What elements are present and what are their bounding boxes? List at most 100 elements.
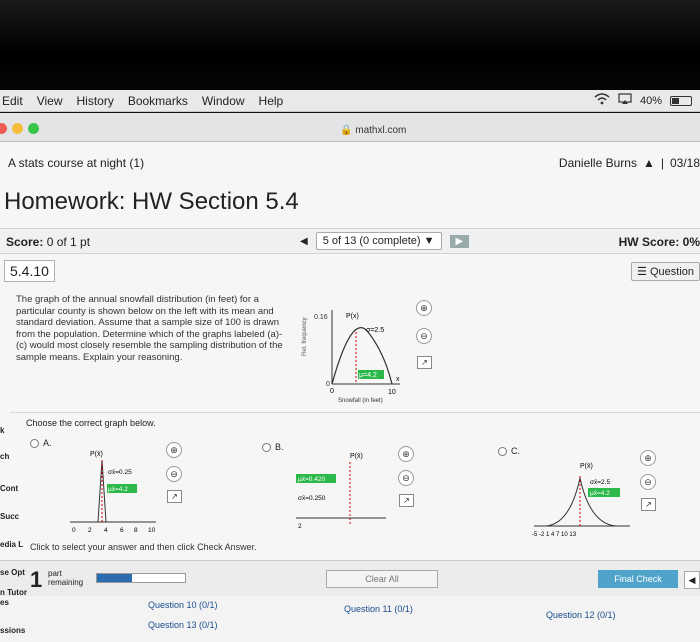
zoom-out-icon[interactable]: ⊖ — [416, 328, 432, 344]
lock-icon: 🔒 — [340, 125, 353, 136]
menu-history[interactable]: History — [76, 94, 113, 108]
option-b-enlarge-icon[interactable]: ↗ — [399, 494, 414, 507]
zoom-in-icon[interactable]: ⊕ — [416, 300, 432, 316]
option-b-zoom-in-icon[interactable]: ⊕ — [398, 446, 414, 462]
question-nav: ◀ 5 of 13 (0 complete) ▼ ▶ — [300, 232, 470, 250]
graph-a-tick-2: 4 — [104, 527, 108, 534]
question-text: The graph of the annual snowfall distrib… — [16, 294, 283, 363]
graph-a-sigma: σx̄=0.25 — [108, 469, 132, 476]
option-c-zoom-out-icon[interactable]: ⊖ — [640, 474, 656, 490]
option-a[interactable]: A. — [30, 438, 52, 448]
close-window-button[interactable] — [0, 123, 7, 134]
clear-all-button[interactable]: Clear All — [326, 570, 438, 588]
question-help-button[interactable]: ☰ Question — [631, 262, 700, 281]
zoom-window-button[interactable] — [28, 123, 39, 134]
graph-c-sigma: σx̄=2.5 — [590, 479, 610, 486]
graph-a-tick-5: 10 — [148, 527, 156, 534]
parts-remaining-count: 1 — [30, 567, 43, 592]
graph-b-mu: μx̄=0.420 — [298, 476, 325, 483]
sidebar-cut-es: es — [0, 598, 9, 607]
mac-menubar: Edit View History Bookmarks Window Help … — [0, 90, 700, 112]
graph-c-mu: μx̄=4.2 — [590, 490, 610, 497]
option-a-radio[interactable] — [30, 438, 39, 448]
option-a-zoom-out-icon[interactable]: ⊖ — [166, 466, 182, 482]
option-c-radio[interactable] — [498, 446, 507, 456]
parts-label-line1: part — [48, 569, 62, 578]
section-divider — [10, 412, 700, 413]
sidebar-cut-cont: Cont — [0, 484, 19, 493]
graph-c: P(x̄) σx̄=2.5 μx̄=4.2 -5 -2 1 4 7 10 13 — [532, 463, 630, 538]
option-b[interactable]: B. — [262, 442, 284, 452]
mathxl-page: A stats course at night (1) Danielle Bur… — [0, 142, 700, 642]
question-select-label: 5 of 13 (0 complete) — [322, 235, 421, 247]
graph-c-ptitle: P(x̄) — [580, 463, 593, 470]
user-name[interactable]: Danielle Burns — [559, 156, 637, 170]
menu-bookmarks[interactable]: Bookmarks — [128, 94, 188, 108]
menu-view[interactable]: View — [37, 94, 63, 108]
final-check-button[interactable]: Final Check — [598, 570, 678, 588]
option-a-zoom-in-icon[interactable]: ⊕ — [166, 442, 182, 458]
graph-xmax: 10 — [388, 389, 396, 396]
option-b-zoom-out-icon[interactable]: ⊖ — [398, 470, 414, 486]
parts-remaining-label: part remaining — [48, 569, 83, 587]
option-b-radio[interactable] — [262, 442, 271, 452]
prev-arrow-icon[interactable]: ◀ — [684, 571, 700, 589]
menu-edit[interactable]: Edit — [2, 94, 23, 108]
address-bar[interactable]: 🔒 mathxl.com — [340, 125, 406, 136]
hw-score: HW Score: 0% — [618, 235, 700, 249]
graph-a-ptitle: P(x̄) — [90, 451, 103, 458]
graph-xvar: x — [396, 376, 400, 383]
graph-a-mu: μx̄=4.2 — [108, 486, 128, 493]
question-link-12[interactable]: Question 12 (0/1) — [546, 610, 616, 620]
sidebar-cut-edia: edia L — [0, 540, 24, 549]
battery-icon[interactable] — [670, 95, 692, 106]
choose-prompt: Choose the correct graph below. — [26, 418, 156, 428]
graph-ylabel: Rel. frequency — [302, 317, 308, 356]
graph-b: P(x̄) μx̄=0.420 σx̄=0.250 2 — [296, 453, 386, 530]
score-value: 0 of 1 pt — [46, 235, 91, 249]
option-a-enlarge-icon[interactable]: ↗ — [167, 490, 182, 503]
sidebar-cut-ssions: ssions — [0, 626, 26, 635]
menu-window[interactable]: Window — [202, 94, 245, 108]
next-question-icon[interactable]: ▶ — [449, 234, 470, 248]
sidebar-cut-succ: Succ — [0, 512, 20, 521]
score-bar: Score: 0 of 1 pt ◀ 5 of 13 (0 complete) … — [0, 228, 700, 254]
graph-a: P(x̄) σx̄=0.25 μx̄=4.2 0 2 4 6 8 10 — [70, 451, 156, 534]
option-c-enlarge-icon[interactable]: ↗ — [641, 498, 656, 511]
prev-question-icon[interactable]: ◀ — [300, 236, 308, 247]
graph-b-sigma: σx̄=0.250 — [298, 495, 326, 502]
user-area: Danielle Burns ▲ | 03/18 — [559, 156, 700, 170]
graph-b-tick: 2 — [298, 523, 302, 530]
progress-fill — [97, 574, 133, 582]
homework-title: Homework: HW Section 5.4 — [4, 188, 299, 215]
wifi-icon[interactable] — [594, 93, 610, 108]
parts-label-line2: remaining — [48, 578, 84, 587]
option-b-label: B. — [275, 442, 284, 452]
question-list: Question 10 (0/1) Question 11 (0/1) Ques… — [0, 596, 700, 642]
option-c-zoom-in-icon[interactable]: ⊕ — [640, 450, 656, 466]
graph-b-ptitle: P(x̄) — [350, 453, 363, 460]
snowfall-graph: Rel. frequency 0.16 0 P(x) σ=2.5 μ=4.2 x… — [302, 310, 400, 404]
divider-bar: | — [660, 156, 664, 170]
airplay-icon[interactable] — [618, 93, 632, 108]
battery-percent: 40% — [639, 94, 662, 107]
option-c[interactable]: C. — [498, 446, 520, 456]
sidebar-cut-seopt: se Opt — [0, 568, 25, 577]
graph-xmin: 0 — [330, 388, 334, 395]
sidebar-cut-k: k — [0, 426, 5, 435]
question-help-label: Question — [649, 266, 694, 278]
question-link-13[interactable]: Question 13 (0/1) — [148, 620, 218, 630]
answer-hint: Click to select your answer and then cli… — [30, 542, 257, 552]
minimize-window-button[interactable] — [12, 123, 23, 134]
user-icon: ▲ — [642, 156, 655, 170]
question-select[interactable]: 5 of 13 (0 complete) ▼ — [315, 232, 442, 250]
progress-bar — [96, 573, 186, 583]
graph-xlabel: Snowfall (in feet) — [338, 398, 383, 404]
enlarge-graph-icon[interactable]: ↗ — [417, 356, 432, 369]
question-link-10[interactable]: Question 10 (0/1) — [148, 600, 218, 610]
graph-a-tick-0: 0 — [72, 527, 76, 534]
option-a-label: A. — [43, 438, 52, 448]
menu-help[interactable]: Help — [259, 94, 284, 108]
graph-a-tick-4: 8 — [134, 527, 138, 534]
question-link-11[interactable]: Question 11 (0/1) — [344, 604, 413, 614]
